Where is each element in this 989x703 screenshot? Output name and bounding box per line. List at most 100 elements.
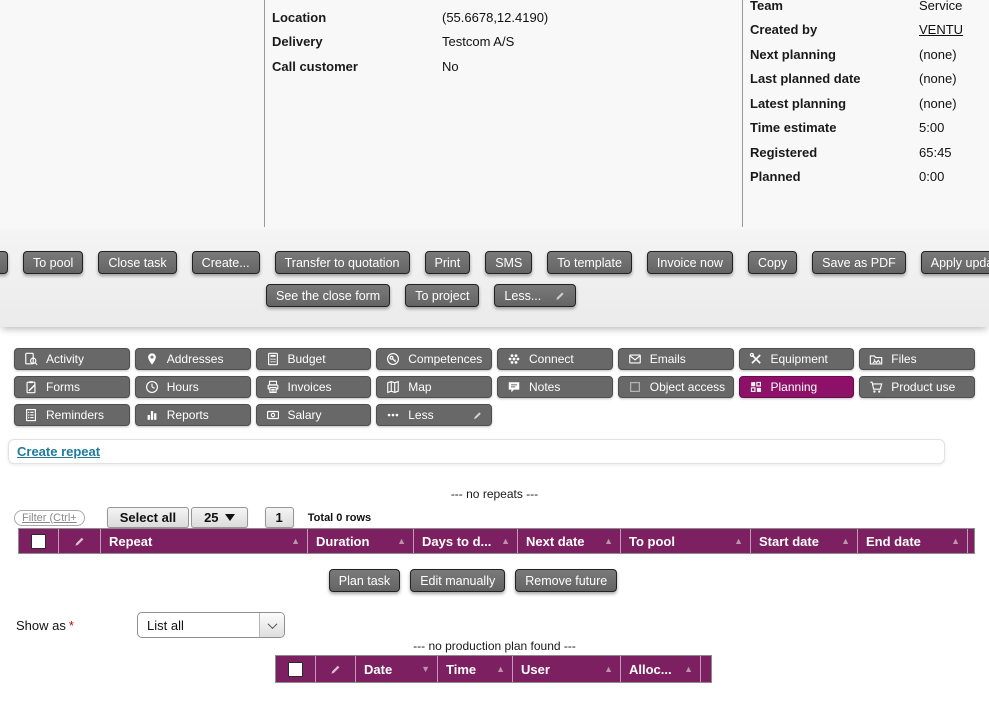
close-task-button[interactable]: Close task (98, 251, 176, 274)
remove-future-button[interactable]: Remove future (515, 569, 617, 592)
sort-arrow-icon[interactable] (684, 664, 693, 674)
page-number-button[interactable]: 1 (265, 507, 294, 528)
detail-row: Next planning (none) (750, 42, 963, 67)
sort-arrow-icon[interactable] (604, 536, 613, 546)
forms-icon (24, 380, 38, 394)
tab-reports[interactable]: Reports (135, 404, 251, 426)
button-label: To project (415, 289, 469, 303)
field-value: Service (919, 0, 962, 13)
to-pool-button[interactable]: To pool (23, 251, 83, 274)
tab-salary[interactable]: Salary (256, 404, 372, 426)
select-chevron-button[interactable] (259, 613, 284, 637)
edit-manually-button[interactable]: Edit manually (410, 569, 505, 592)
field-label: Planned (750, 169, 919, 184)
tab-planning[interactable]: Planning (739, 376, 855, 398)
invoice-now-button[interactable]: Invoice now (647, 251, 733, 274)
sort-arrow-icon[interactable] (604, 664, 613, 674)
sort-arrow-icon[interactable] (291, 536, 300, 546)
button-label: Invoice now (657, 256, 723, 270)
column-label: Repeat (109, 534, 152, 549)
cutoff-button[interactable] (0, 251, 8, 274)
tab-object-access[interactable]: Object access (618, 376, 734, 398)
select-all-checkbox[interactable] (31, 534, 46, 549)
action-button-band: To pool Close task Create... Transfer to… (0, 230, 989, 327)
column-days-to-d[interactable]: Days to d... (414, 529, 518, 553)
column-time[interactable]: Time (438, 656, 513, 682)
tab-budget[interactable]: Budget (256, 348, 372, 370)
create-repeat-card: Create repeat (8, 439, 945, 464)
column-end-date[interactable]: End date (858, 529, 968, 553)
plan-task-button[interactable]: Plan task (329, 569, 400, 592)
tab-label: Reports (167, 408, 209, 422)
tab-files[interactable]: Files (859, 348, 975, 370)
tab-competences[interactable]: Competences (376, 348, 492, 370)
save-as-pdf-button[interactable]: Save as PDF (812, 251, 906, 274)
apply-update-filter-button[interactable]: Apply update filte (921, 251, 989, 274)
copy-button[interactable]: Copy (748, 251, 797, 274)
column-next-date[interactable]: Next date (518, 529, 621, 553)
sort-arrow-icon[interactable] (951, 536, 960, 546)
to-template-button[interactable]: To template (547, 251, 632, 274)
tab-hours[interactable]: Hours (135, 376, 251, 398)
detail-row: Latest planning (none) (750, 91, 963, 116)
select-all-button[interactable]: Select all (107, 507, 189, 528)
field-label: Call customer (272, 59, 442, 74)
column-date[interactable]: Date (356, 656, 438, 682)
field-label: Delivery (272, 34, 442, 49)
tab-connect[interactable]: Connect (497, 348, 613, 370)
tab-activity[interactable]: Activity (14, 348, 130, 370)
object-access-icon (628, 380, 642, 394)
print-button[interactable]: Print (425, 251, 471, 274)
tab-label: Activity (46, 352, 84, 366)
tab-map[interactable]: Map (376, 376, 492, 398)
show-as-select[interactable]: List all (137, 612, 285, 638)
files-icon (869, 352, 883, 366)
sort-arrow-icon[interactable] (397, 536, 406, 546)
less-actions-button[interactable]: Less... (494, 284, 576, 307)
tab-notes[interactable]: Notes (497, 376, 613, 398)
field-value[interactable]: VENTU (919, 22, 963, 37)
sort-arrow-icon[interactable] (496, 664, 505, 674)
column-to-pool[interactable]: To pool (621, 529, 751, 553)
field-label: Created by (750, 22, 919, 37)
sort-arrow-icon[interactable] (421, 664, 430, 674)
create-repeat-link[interactable]: Create repeat (17, 444, 100, 459)
tab-less[interactable]: Less (376, 404, 492, 426)
tab-reminders[interactable]: Reminders (14, 404, 130, 426)
column-user[interactable]: User (513, 656, 621, 682)
tab-forms[interactable]: Forms (14, 376, 130, 398)
activity-icon (24, 352, 38, 366)
tab-label: Map (408, 380, 431, 394)
tab-addresses[interactable]: Addresses (135, 348, 251, 370)
tab-label: Notes (529, 380, 560, 394)
field-label: Location (272, 10, 442, 25)
tab-product-use[interactable]: Product use (859, 376, 975, 398)
see-close-form-button[interactable]: See the close form (266, 284, 390, 307)
detail-fields-left: Location (55.6678,12.4190) Delivery Test… (272, 5, 548, 79)
column-label: Start date (759, 534, 819, 549)
sort-arrow-icon[interactable] (734, 536, 743, 546)
page-size-button[interactable]: 25 (191, 507, 247, 528)
column-label: User (521, 662, 550, 677)
column-start-date[interactable]: Start date (751, 529, 858, 553)
select-all-checkbox[interactable] (288, 662, 303, 677)
sort-arrow-icon[interactable] (501, 536, 510, 546)
secondary-actions-row: See the close form To project Less... (266, 284, 576, 307)
dropdown-arrow-icon (225, 514, 235, 521)
tab-equipment[interactable]: Equipment (739, 348, 855, 370)
button-label: Edit manually (420, 574, 495, 588)
create-button[interactable]: Create... (192, 251, 260, 274)
tab-invoices[interactable]: Invoices (256, 376, 372, 398)
column-duration[interactable]: Duration (308, 529, 414, 553)
sms-button[interactable]: SMS (485, 251, 532, 274)
tab-emails[interactable]: Emails (618, 348, 734, 370)
hours-icon (145, 380, 159, 394)
transfer-to-quotation-button[interactable]: Transfer to quotation (275, 251, 410, 274)
sort-arrow-icon[interactable] (841, 536, 850, 546)
to-project-button[interactable]: To project (405, 284, 479, 307)
detail-fields-right: Team Service Created by VENTU Next plann… (750, 0, 963, 189)
column-alloc[interactable]: Alloc... (621, 656, 701, 682)
column-repeat[interactable]: Repeat (101, 529, 308, 553)
filter-button[interactable]: Filter (Ctrl+ (14, 510, 85, 526)
no-production-plan-text: --- no production plan found --- (0, 639, 989, 653)
